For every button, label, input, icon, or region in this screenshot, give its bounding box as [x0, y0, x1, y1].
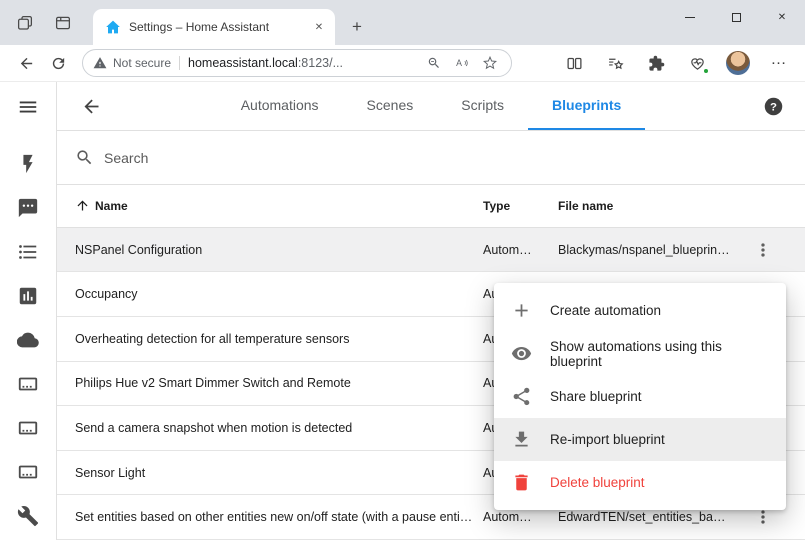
zoom-out-icon[interactable] — [423, 52, 445, 74]
help-icon[interactable]: ? — [763, 95, 785, 117]
svg-text:?: ? — [770, 101, 777, 113]
row-name: NSPanel Configuration — [75, 243, 483, 257]
favorites-icon[interactable] — [599, 48, 631, 78]
svg-text:A: A — [456, 58, 462, 68]
status-badge — [702, 67, 710, 75]
row-type: Autom… — [483, 243, 558, 257]
sidebar-item-hub-1[interactable] — [16, 372, 40, 396]
row-name: Overheating detection for all temperatur… — [75, 332, 483, 346]
row-file: Blackymas/nspanel_blueprin… — [558, 243, 741, 257]
window-maximize-button[interactable] — [713, 0, 759, 34]
tab-blueprints[interactable]: Blueprints — [528, 82, 645, 130]
not-secure-warning-icon — [93, 56, 107, 70]
sidebar-item-energy[interactable] — [16, 152, 40, 176]
sort-ascending-icon — [75, 198, 90, 213]
read-aloud-icon[interactable]: A — [451, 52, 473, 74]
refresh-icon[interactable] — [42, 48, 74, 78]
sidebar-item-cloud[interactable] — [16, 328, 40, 352]
row-name: Occupancy — [75, 287, 483, 301]
eye-icon — [511, 343, 532, 364]
search-icon — [75, 148, 94, 167]
home-assistant-favicon — [105, 19, 121, 35]
menu-icon[interactable] — [16, 95, 40, 119]
row-name: Set entities based on other entities new… — [75, 510, 483, 524]
row-name: Send a camera snapshot when motion is de… — [75, 421, 483, 435]
new-tab-button[interactable]: + — [344, 14, 370, 40]
tab-close-icon[interactable]: ✕ — [309, 17, 329, 37]
sidebar-item-hub-3[interactable] — [16, 460, 40, 484]
menu-item-show-automations[interactable]: Show automations using this blueprint — [494, 332, 786, 375]
column-type[interactable]: Type — [483, 199, 558, 213]
menu-item-create-automation[interactable]: Create automation — [494, 289, 786, 332]
row-overflow-icon[interactable] — [745, 232, 781, 268]
tab-scenes[interactable]: Scenes — [343, 82, 438, 130]
column-file-name[interactable]: File name — [558, 199, 741, 213]
menu-item-delete-blueprint[interactable]: Delete blueprint — [494, 461, 786, 504]
search-bar — [57, 131, 805, 185]
extensions-icon[interactable] — [640, 48, 672, 78]
security-label: Not secure — [113, 56, 171, 70]
tab-title: Settings – Home Assistant — [129, 20, 309, 34]
tab-scripts[interactable]: Scripts — [437, 82, 528, 130]
workspaces-icon[interactable] — [10, 8, 40, 38]
sidebar-item-assist[interactable] — [16, 196, 40, 220]
sidebar-item-history[interactable] — [16, 284, 40, 308]
table-header: Name Type File name — [57, 185, 805, 228]
browser-titlebar: Settings – Home Assistant ✕ + ✕ — [0, 0, 805, 45]
window-controls: ✕ — [667, 0, 805, 34]
window-close-button[interactable]: ✕ — [759, 0, 805, 34]
toolbar-right: … — [558, 48, 795, 78]
row-type: Autom… — [483, 510, 558, 524]
more-menu-icon[interactable]: … — [763, 48, 795, 78]
delete-icon — [511, 472, 532, 493]
split-screen-icon[interactable] — [558, 48, 590, 78]
menu-item-reimport-blueprint[interactable]: Re-import blueprint — [494, 418, 786, 461]
row-name: Philips Hue v2 Smart Dimmer Switch and R… — [75, 376, 483, 390]
browser-essentials-icon[interactable] — [681, 48, 713, 78]
row-name: Sensor Light — [75, 466, 483, 480]
url-host: homeassistant.local — [188, 56, 298, 70]
menu-item-share-blueprint[interactable]: Share blueprint — [494, 375, 786, 418]
share-icon — [511, 386, 532, 407]
back-icon[interactable] — [10, 48, 42, 78]
plus-icon — [511, 300, 532, 321]
address-bar[interactable]: Not secure homeassistant.local:8123/... … — [82, 49, 512, 77]
ha-tabs: Automations Scenes Scripts Blueprints — [217, 82, 646, 130]
url-path: :8123/... — [298, 56, 343, 70]
ha-header: Automations Scenes Scripts Blueprints ? — [57, 82, 805, 131]
column-name[interactable]: Name — [75, 198, 483, 213]
table-row[interactable]: NSPanel Configuration Autom… Blackymas/n… — [57, 228, 805, 273]
ha-sidebar — [0, 82, 57, 540]
browser-window: Settings – Home Assistant ✕ + ✕ Not secu… — [0, 0, 805, 540]
search-input[interactable] — [104, 150, 787, 166]
browser-toolbar: Not secure homeassistant.local:8123/... … — [0, 45, 805, 82]
divider — [179, 56, 180, 70]
sidebar-item-developer-tools[interactable] — [16, 504, 40, 528]
tab-automations[interactable]: Automations — [217, 82, 343, 130]
favorite-star-icon[interactable] — [479, 52, 501, 74]
url-text: homeassistant.local:8123/... — [188, 56, 417, 70]
blueprint-context-menu: Create automation Show automations using… — [494, 283, 786, 510]
profile-avatar[interactable] — [722, 48, 754, 78]
window-minimize-button[interactable] — [667, 0, 713, 34]
sidebar-item-todo-lists[interactable] — [16, 240, 40, 264]
ha-back-icon[interactable] — [77, 92, 105, 120]
download-icon — [511, 429, 532, 450]
vertical-tabs-icon[interactable] — [48, 8, 78, 38]
browser-tab[interactable]: Settings – Home Assistant ✕ — [93, 9, 335, 45]
sidebar-item-hub-2[interactable] — [16, 416, 40, 440]
row-file: EdwardTEN/set_entities_bas… — [558, 510, 741, 524]
